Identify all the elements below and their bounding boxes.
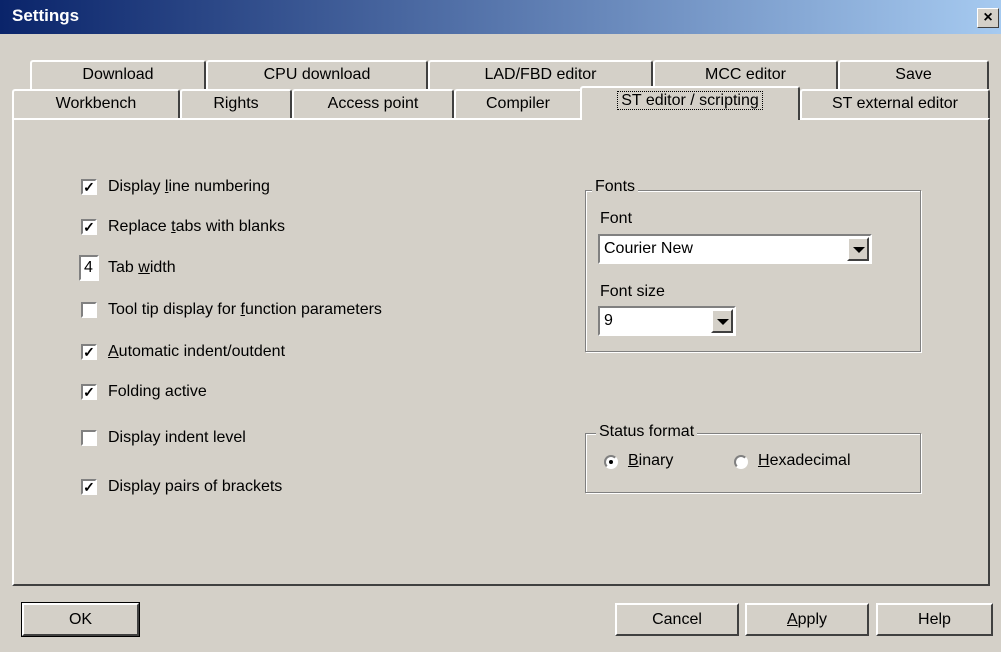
font-size-select[interactable]: 9	[598, 306, 736, 336]
replace-tabs-checkbox[interactable]: ✓	[81, 219, 97, 235]
close-icon: ×	[983, 9, 993, 26]
line-numbering-checkbox[interactable]: ✓	[81, 179, 97, 195]
font-size-label: Font size	[600, 283, 665, 300]
chevron-down-icon[interactable]	[847, 237, 869, 261]
tab-rights[interactable]: Rights	[180, 89, 292, 118]
tooltip-checkbox[interactable]	[81, 302, 97, 318]
close-button[interactable]: ×	[977, 8, 999, 28]
tab-cpu-download[interactable]: CPU download	[206, 60, 428, 89]
help-button[interactable]: Help	[876, 603, 993, 636]
tab-lad-fbd-editor[interactable]: LAD/FBD editor	[428, 60, 653, 89]
tab-save[interactable]: Save	[838, 60, 989, 89]
hexadecimal-radio[interactable]	[734, 455, 748, 469]
brackets-checkbox[interactable]: ✓	[81, 479, 97, 495]
status-format-legend: Status format	[596, 423, 698, 441]
tab-workbench[interactable]: Workbench	[12, 89, 180, 118]
tab-mcc-editor[interactable]: MCC editor	[653, 60, 838, 89]
title-bar: Settings ×	[0, 0, 1001, 34]
tab-width-input[interactable]: 4	[79, 255, 99, 281]
apply-button[interactable]: Apply	[745, 603, 869, 636]
window-title: Settings	[12, 6, 80, 25]
font-label: Font	[600, 210, 633, 227]
fonts-legend: Fonts	[592, 178, 639, 196]
cancel-button[interactable]: Cancel	[615, 603, 739, 636]
indent-level-checkbox[interactable]	[81, 430, 97, 446]
ok-button[interactable]: OK	[21, 602, 140, 637]
font-select[interactable]: Courier New	[598, 234, 872, 264]
chevron-down-icon[interactable]	[711, 309, 733, 333]
binary-radio[interactable]	[604, 455, 618, 469]
auto-indent-checkbox[interactable]: ✓	[81, 344, 97, 360]
tab-compiler[interactable]: Compiler	[454, 89, 582, 118]
tab-download[interactable]: Download	[30, 60, 206, 89]
tab-st-editor-scripting[interactable]: ST editor / scripting	[580, 86, 800, 120]
tab-st-external-editor[interactable]: ST external editor	[800, 89, 990, 118]
folding-checkbox[interactable]: ✓	[81, 384, 97, 400]
tab-access-point[interactable]: Access point	[292, 89, 454, 118]
